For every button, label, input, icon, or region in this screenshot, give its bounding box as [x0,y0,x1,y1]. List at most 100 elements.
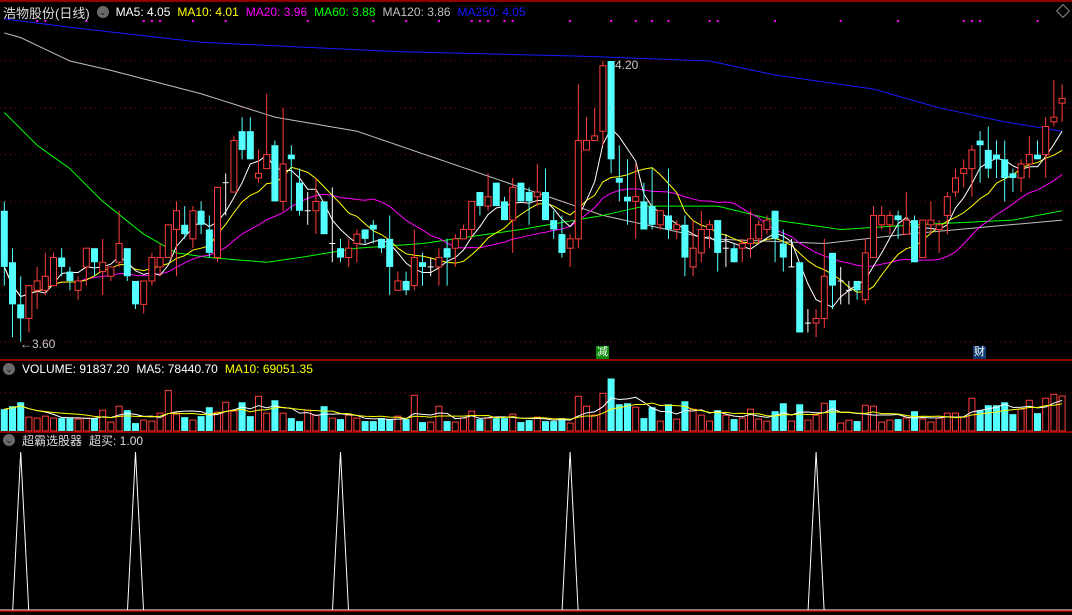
candle-body [164,224,172,259]
candle-body [1050,116,1058,123]
candle-body [542,192,549,221]
ma20-line [3,174,1063,298]
candle-body [0,210,8,267]
candle-body [66,271,74,281]
volume-bar [640,418,648,431]
volume-bar [689,408,697,432]
signal-dot [962,20,965,22]
volume-bar [460,417,467,432]
ma5-label: MA5: 4.05 [115,5,171,19]
candle-body [296,182,303,211]
volume-bar [443,421,451,431]
candle-body [1025,154,1033,165]
volume-bar [378,418,385,431]
stock-chart[interactable] [0,0,1072,615]
candle-body [935,224,943,230]
volume-bar [1009,414,1017,431]
candle-body [796,262,804,333]
volume-ma10: MA10: 69051.35 [224,362,313,376]
signal-dot [897,20,900,22]
marker-cai[interactable]: 财 [973,346,986,359]
volume-bar [99,409,107,432]
volume-bar [91,418,98,431]
candle-body [230,140,238,193]
volume-bar [394,415,402,432]
volume-bar [943,412,951,432]
candle-body [952,177,959,193]
indicator-name: 超霸选股器 [22,433,83,448]
candle-body [173,210,180,230]
candle-body [919,219,927,259]
candle-body [287,154,295,160]
ma60-line [3,112,1063,263]
candle-body [747,238,754,245]
volume-bar [861,404,869,432]
candle-body [115,243,123,263]
volume-bar [353,417,361,432]
candle-body [1001,159,1009,178]
candle-body [312,200,320,212]
candle-body [263,154,271,170]
chevron-down-icon[interactable]: ⌄ [96,6,109,18]
candle-body [353,233,361,245]
candle-body [960,168,968,174]
candle-body [886,214,894,226]
volume-bar [271,400,279,431]
volume-bar [771,411,779,431]
volume-bar [402,419,410,431]
volume-bar [714,410,722,431]
candle-body [369,224,377,230]
marker-jian[interactable]: 减 [596,346,609,359]
candle-body [82,247,90,268]
volume-bar [665,404,672,431]
candle-body [492,182,500,207]
volume-bar [952,412,959,432]
candle-body [197,210,205,225]
volume-bar [435,405,443,432]
signal-dot [478,20,481,22]
stock-title: 浩物股份(日线) [3,5,90,21]
signal-dot [1036,20,1039,22]
candle-body [976,140,984,146]
ma120-line [4,32,1063,245]
volume-bar [993,405,1000,431]
volume-bar [935,417,943,432]
volume-bar [886,419,894,432]
panel-separators [0,0,1072,612]
candle-body [460,228,467,240]
volume-bar [632,406,640,432]
volume-bar [829,400,836,431]
chevron-down-icon[interactable]: ⌄ [3,363,15,375]
candle-body [755,224,763,240]
volume-bar [337,419,344,431]
volume-bar [82,417,90,432]
volume-ma5: MA5: 78440.70 [136,362,218,376]
volume-bar [591,414,599,432]
candle-body [550,220,558,230]
candle-body [632,196,640,202]
volume-bar [33,417,41,432]
chevron-down-icon[interactable]: ⌄ [3,434,15,446]
volume-bar [255,395,262,432]
candle-body [255,172,262,179]
volume-bar [173,413,180,432]
volume-bar [566,422,574,432]
volume-bars [0,378,1066,432]
candle-body [386,238,394,267]
candle-body [214,186,221,259]
volume-bar [870,405,877,432]
signal-dot [651,20,654,22]
volume-bar [263,412,271,432]
candle-body [443,248,451,258]
volume-bar [345,414,353,432]
candle-body [820,275,828,319]
volume-bar [164,389,172,432]
signal-dot [839,20,842,22]
candle-body [779,243,787,258]
signal-dot [708,20,711,22]
volume-bar [583,405,590,432]
ma10-label: MA10: 4.01 [177,5,239,19]
volume-bar [607,378,615,431]
volume-bar [919,418,927,432]
volume-bar [960,416,968,432]
